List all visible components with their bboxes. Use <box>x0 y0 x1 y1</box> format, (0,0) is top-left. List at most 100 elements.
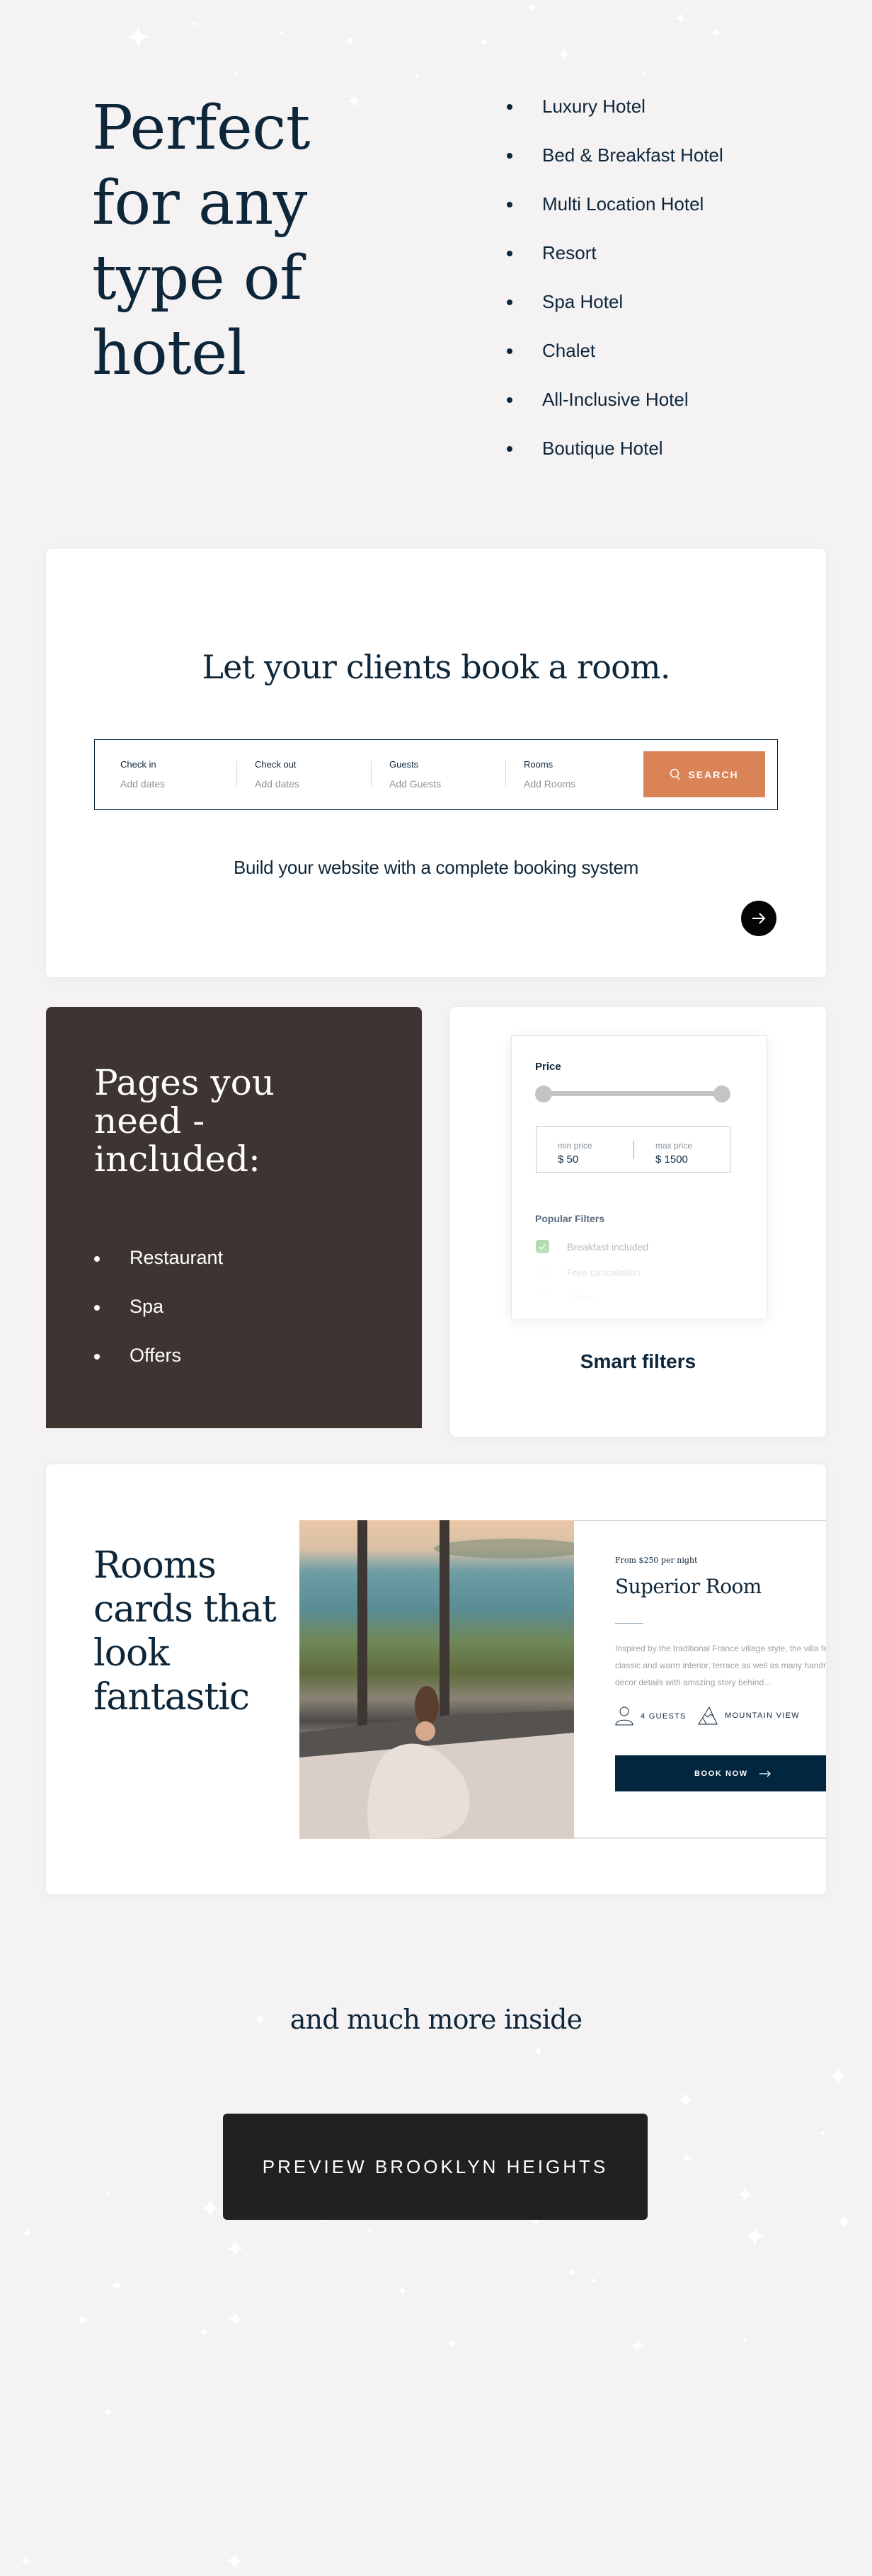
sparkle-icon: ✦ <box>736 2184 755 2207</box>
smart-filters-card: Price min price $ 50 max price $ 1500 Po… <box>450 1007 826 1437</box>
search-label: SEARCH <box>688 768 739 780</box>
list-item: Spa Hotel <box>507 290 723 339</box>
list-item: Spa <box>94 1295 223 1344</box>
filter-option[interactable]: Cleaning fee <box>536 1316 623 1318</box>
search-button[interactable]: SEARCH <box>643 751 765 797</box>
booking-title: Let your clients book a room. <box>202 648 670 686</box>
sparkle-icon: ✦ <box>21 2226 33 2242</box>
filter-option-label: Parking <box>567 1292 601 1304</box>
field-placeholder: Add Rooms <box>524 778 576 790</box>
price-label: Price <box>535 1061 561 1073</box>
feature-label: 4 GUESTS <box>641 1711 687 1721</box>
sparkle-icon: ✦ <box>835 2211 854 2235</box>
sparkle-icon: ✦ <box>743 2222 767 2253</box>
checkbox[interactable] <box>536 1316 549 1318</box>
check-in-field[interactable]: Check in Add dates <box>120 759 248 790</box>
filter-panel: Price min price $ 50 max price $ 1500 Po… <box>511 1035 767 1318</box>
sparkle-icon: ✦ <box>682 2152 693 2166</box>
checkbox[interactable] <box>536 1291 549 1304</box>
room-name: Superior Room <box>615 1575 762 1598</box>
arrow-right-icon <box>759 1770 771 1777</box>
price-range-box: min price $ 50 max price $ 1500 <box>536 1126 730 1173</box>
checkbox[interactable] <box>536 1265 549 1279</box>
list-item: Resort <box>507 241 723 290</box>
field-placeholder: Add dates <box>255 778 300 790</box>
max-price-field[interactable]: max price $ 1500 <box>655 1141 692 1166</box>
filter-option[interactable]: Free cancelation <box>536 1265 641 1279</box>
smart-filters-caption: Smart filters <box>580 1350 696 1372</box>
max-price-value: $ 1500 <box>655 1153 688 1166</box>
field-placeholder: Add Guests <box>389 778 442 790</box>
slider-max-handle[interactable] <box>713 1085 730 1102</box>
room-card: From $250 per night Superior Room Inspir… <box>574 1520 826 1839</box>
slider-min-handle[interactable] <box>535 1085 552 1102</box>
description-line: classic and warm interior, terrace as we… <box>615 1660 826 1670</box>
sparkle-icon: ✦ <box>674 10 689 29</box>
sparkle-icon: ✦ <box>709 24 724 43</box>
field-placeholder: Add dates <box>120 778 166 790</box>
min-price-value: $ 50 <box>558 1153 579 1166</box>
divider <box>633 1141 634 1159</box>
filter-option[interactable]: Breakfast included <box>536 1240 648 1253</box>
field-label: Rooms <box>524 759 553 770</box>
sparkle-icon: ✦ <box>566 2265 578 2281</box>
list-item: Luxury Hotel <box>507 95 723 144</box>
feature-label: MOUNTAIN VIEW <box>725 1711 800 1720</box>
rooms-feature-card: Rooms cards that look fantastic From $25… <box>46 1464 826 1894</box>
sparkle-icon: ✦ <box>20 2554 32 2570</box>
preview-theme-button[interactable]: PREVIEW BROOKLYN HEIGHTS <box>223 2114 648 2220</box>
divider <box>615 1623 643 1624</box>
sparkle-icon: ✦ <box>676 2087 695 2113</box>
description-line: decor details with amazing story behind.… <box>615 1677 771 1687</box>
guests-field[interactable]: Guests Add Guests <box>389 759 517 790</box>
sparkle-icon: ✦ <box>828 2064 849 2091</box>
field-label: Guests <box>389 759 419 770</box>
divider <box>505 761 506 787</box>
sparkle-icon: ✦ <box>532 2044 544 2060</box>
list-item: Restaurant <box>94 1246 223 1295</box>
sparkle-icon: ✦ <box>125 19 152 56</box>
rooms-field[interactable]: Rooms Add Rooms <box>524 759 651 790</box>
sparkle-icon: ✦ <box>630 2335 646 2356</box>
rooms-title: Rooms cards that look fantastic <box>93 1544 277 1719</box>
room-photo <box>299 1520 574 1839</box>
list-item: Bed & Breakfast Hotel <box>507 144 723 193</box>
list-item: Boutique Hotel <box>507 437 723 486</box>
field-label: Check out <box>255 759 297 770</box>
check-out-field[interactable]: Check out Add dates <box>255 759 382 790</box>
booking-feature-card: Let your clients book a room. Check in A… <box>46 549 826 977</box>
room-photo-illustration <box>299 1520 574 1839</box>
sparkle-icon: ✦ <box>396 2284 408 2299</box>
min-price-label: min price <box>558 1141 592 1151</box>
list-item: All-Inclusive Hotel <box>507 388 723 437</box>
booking-search-bar: Check in Add dates Check out Add dates G… <box>94 739 778 810</box>
slider-track <box>542 1091 723 1096</box>
sparkle-icon: ✦ <box>556 44 572 65</box>
min-price-field[interactable]: min price $ 50 <box>558 1141 592 1166</box>
room-price: From $250 per night <box>615 1556 698 1565</box>
filter-option-label: Free cancelation <box>567 1266 641 1278</box>
max-price-label: max price <box>655 1141 693 1151</box>
hotel-type-list: Luxury Hotel Bed & Breakfast Hotel Multi… <box>507 95 723 486</box>
sparkle-icon: ✦ <box>225 2236 246 2263</box>
sparkle-icon: ✦ <box>226 2308 245 2332</box>
next-button[interactable] <box>741 901 776 936</box>
sparkle-icon: ✦ <box>446 2335 459 2353</box>
mountain-icon <box>698 1706 718 1725</box>
book-now-button[interactable]: BOOK NOW <box>615 1755 826 1791</box>
book-now-label: BOOK NOW <box>694 1769 748 1778</box>
pages-list: Restaurant Spa Offers <box>94 1246 223 1393</box>
field-label: Check in <box>120 759 156 770</box>
sparkle-icon: ✦ <box>75 2311 90 2330</box>
sparkle-icon: ✦ <box>224 2547 246 2576</box>
list-item: Chalet <box>507 339 723 388</box>
filter-option[interactable]: Parking <box>536 1291 600 1304</box>
sparkle-icon: ✦ <box>110 2277 124 2295</box>
hero-title: Perfect for any type of hotel <box>92 93 310 389</box>
popular-filters-label: Popular Filters <box>535 1213 605 1224</box>
price-range-slider[interactable] <box>535 1085 730 1102</box>
person-icon <box>615 1706 633 1726</box>
check-icon <box>539 1243 546 1250</box>
search-icon <box>670 768 681 780</box>
checkbox-checked[interactable] <box>536 1240 549 1253</box>
